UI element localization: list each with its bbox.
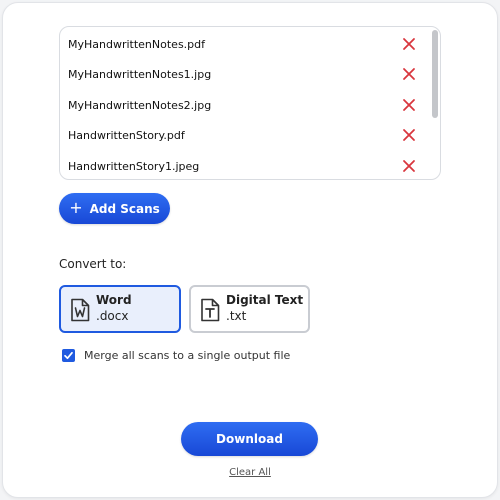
merge-checkbox[interactable] [62, 348, 75, 362]
download-button[interactable]: Download [181, 422, 318, 456]
list-item: MyHandwrittenNotes1.jpg [60, 59, 430, 89]
clear-all-link[interactable]: Clear All [0, 467, 500, 478]
convert-to-label: Convert to: [59, 257, 127, 271]
remove-file-icon[interactable] [402, 159, 416, 173]
word-document-icon [71, 298, 90, 322]
word-format-option[interactable]: Word .docx [59, 285, 181, 333]
merge-option-row: Merge all scans to a single output file [62, 347, 290, 363]
file-list-scrollbar[interactable] [432, 30, 438, 174]
text-document-icon [201, 298, 220, 322]
list-item: HandwrittenStory.pdf [60, 120, 430, 150]
word-option-ext: .docx [96, 309, 129, 323]
text-option-title: Digital Text [226, 293, 304, 307]
remove-file-icon[interactable] [402, 37, 416, 51]
remove-file-icon[interactable] [402, 128, 416, 142]
file-name: HandwrittenStory.pdf [68, 128, 185, 142]
file-list: MyHandwrittenNotes.pdf MyHandwrittenNote… [59, 26, 441, 180]
scrollbar-thumb[interactable] [432, 30, 438, 118]
list-item: HandwrittenStory1.jpeg [60, 151, 430, 179]
add-scans-button[interactable]: + Add Scans [59, 193, 170, 224]
text-format-option[interactable]: Digital Text .txt [189, 285, 310, 333]
plus-icon: + [69, 197, 83, 217]
remove-file-icon[interactable] [402, 98, 416, 112]
list-item: MyHandwrittenNotes.pdf [60, 29, 430, 59]
file-name: MyHandwrittenNotes.pdf [68, 37, 206, 51]
file-name: MyHandwrittenNotes1.jpg [68, 67, 212, 81]
file-name: HandwrittenStory1.jpeg [68, 159, 200, 173]
add-scans-label: Add Scans [89, 201, 160, 216]
checkmark-icon [64, 351, 73, 359]
remove-file-icon[interactable] [402, 67, 416, 81]
text-option-ext: .txt [226, 309, 247, 323]
list-item: MyHandwrittenNotes2.jpg [60, 90, 430, 120]
clear-all-label[interactable]: Clear All [229, 467, 271, 478]
merge-label: Merge all scans to a single output file [84, 348, 291, 362]
file-name: MyHandwrittenNotes2.jpg [68, 98, 212, 112]
word-option-title: Word [96, 293, 132, 307]
